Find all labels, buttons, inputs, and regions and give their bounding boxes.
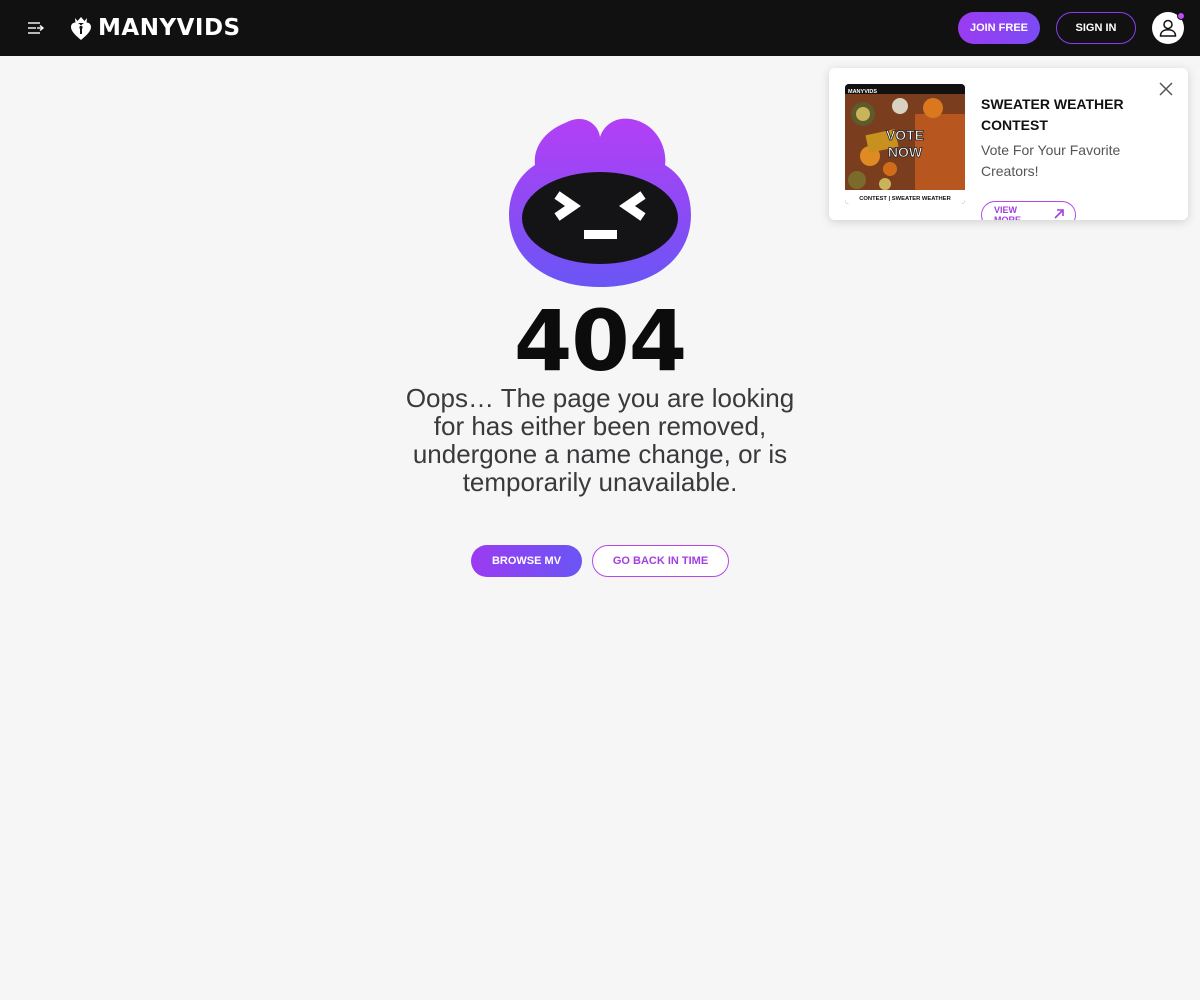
browse-mv-button[interactable]: BROWSE MV — [471, 545, 582, 577]
top-nav-bar: MANYVIDS JOIN FREE SIGN IN — [0, 0, 1200, 56]
promo-title: SWEATER WEATHER CONTEST — [981, 96, 1124, 133]
artwork-caption: CONTEST | SWEATER WEATHER — [859, 196, 951, 202]
view-more-label: VIEW MORE — [994, 205, 1021, 220]
contest-artwork: MANYVIDS VOTE NOW CONTEST | SWEATER WEAT… — [845, 84, 965, 204]
close-icon — [1159, 82, 1173, 96]
artwork-headline-line-2: NOW — [888, 144, 923, 160]
menu-collapse-icon — [28, 22, 45, 34]
artwork-brand: MANYVIDS — [848, 89, 877, 95]
arrow-up-right-icon — [1054, 209, 1064, 219]
contest-promo-image[interactable]: MANYVIDS VOTE NOW CONTEST | SWEATER WEAT… — [845, 84, 965, 204]
error-code: 404 — [513, 292, 687, 390]
menu-toggle-button[interactable] — [24, 16, 48, 40]
sign-in-button[interactable]: SIGN IN — [1056, 12, 1136, 44]
logo-wordmark: MANYVIDS — [98, 15, 241, 41]
artwork-headline-line-1: VOTE — [886, 127, 924, 143]
error-message: Oops… The page you are looking for has e… — [405, 383, 795, 497]
join-free-button[interactable]: JOIN FREE — [958, 12, 1040, 44]
promo-close-button[interactable] — [1157, 80, 1175, 98]
go-back-button[interactable]: GO BACK IN TIME — [592, 545, 729, 577]
view-more-button[interactable]: VIEW MORE — [981, 201, 1076, 220]
heart-crown-logo-icon — [71, 17, 91, 40]
notification-dot — [1177, 12, 1185, 20]
contest-promo-card: MANYVIDS VOTE NOW CONTEST | SWEATER WEAT… — [829, 68, 1188, 220]
site-logo[interactable]: MANYVIDS — [70, 14, 241, 42]
user-icon — [1159, 19, 1177, 37]
promo-description: Vote For Your Favorite Creators! — [981, 142, 1121, 179]
user-avatar-button[interactable] — [1152, 12, 1185, 44]
error-mascot-illustration — [509, 118, 691, 287]
